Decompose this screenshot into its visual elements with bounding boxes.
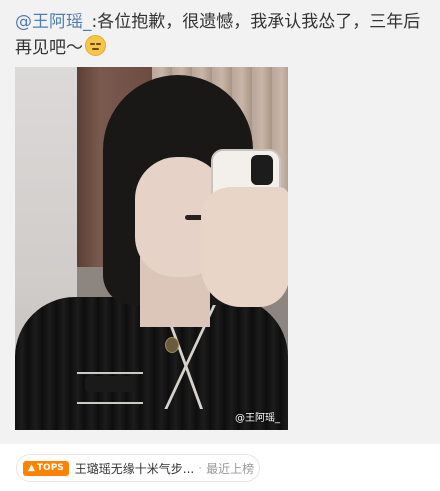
hot-topic-bar: ▲ TOPS 王璐瑶无缘十米气步... · 最近上榜 xyxy=(0,444,440,491)
smile-emoji-icon xyxy=(85,35,106,56)
post-text: @王阿瑶_:各位抱歉，很遗憾，我承认我怂了，三年后再见吧～ xyxy=(15,10,425,61)
flame-icon: ▲ xyxy=(28,462,35,473)
separator-dot: · xyxy=(198,461,203,475)
hot-topic-title: 王璐瑶无缘十米气步... xyxy=(74,461,195,476)
weibo-post: @王阿瑶_:各位抱歉，很遗憾，我承认我怂了，三年后再见吧～ @王阿瑶_ xyxy=(0,0,440,444)
user-mention-link[interactable]: @王阿瑶_ xyxy=(15,12,92,32)
post-photo[interactable]: @王阿瑶_ xyxy=(15,67,288,430)
tops-label: TOPS xyxy=(36,462,64,473)
photo-watermark: @王阿瑶_ xyxy=(235,413,280,424)
hot-topic-pill[interactable]: ▲ TOPS 王璐瑶无缘十米气步... · 最近上榜 xyxy=(16,454,260,482)
hot-topic-subtitle: 最近上榜 xyxy=(206,461,255,476)
tops-badge: ▲ TOPS xyxy=(23,460,69,476)
